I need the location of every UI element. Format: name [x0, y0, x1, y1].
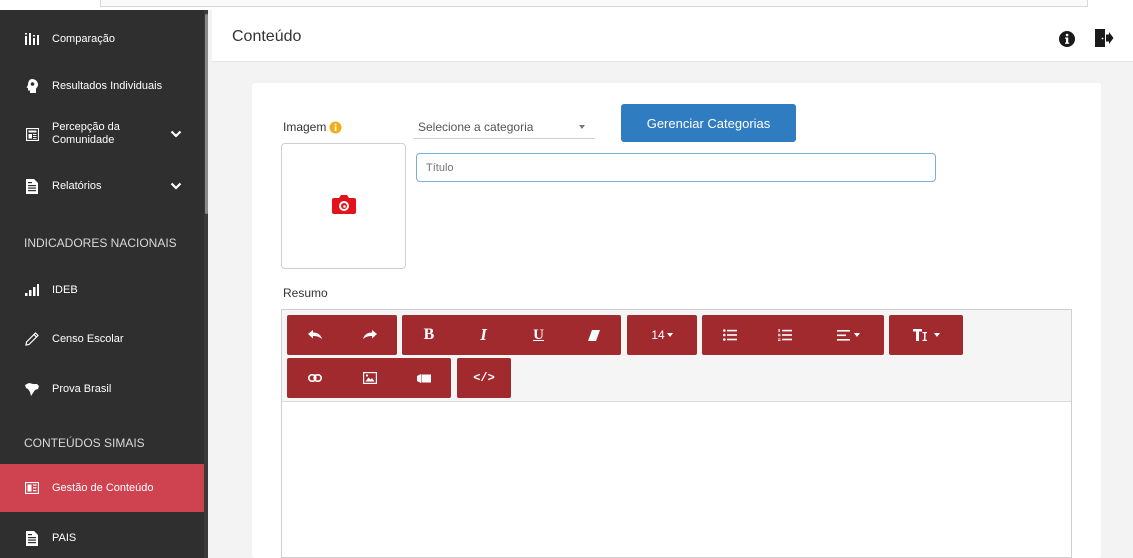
- code-group: </>: [457, 358, 511, 398]
- text-height-icon: [912, 329, 931, 341]
- editor-content-area[interactable]: [282, 402, 1071, 557]
- code-view-button[interactable]: </>: [457, 358, 511, 398]
- sidebar-item-label: Relatórios: [52, 179, 102, 192]
- paragraph-group: [702, 315, 884, 355]
- bullet-list-button[interactable]: [702, 315, 757, 355]
- category-select[interactable]: Selecione a categoria: [414, 115, 595, 139]
- document-icon: [24, 530, 40, 546]
- redo-icon: [362, 330, 377, 340]
- document-icon: [24, 178, 40, 194]
- video-icon: [417, 373, 431, 383]
- italic-button[interactable]: I: [456, 315, 511, 355]
- rich-text-editor: B I U 14 </>: [281, 309, 1072, 558]
- pencil-icon: [24, 331, 40, 347]
- sidebar-item-label: Censo Escolar: [52, 332, 124, 345]
- sidebar-item-label: Prova Brasil: [52, 382, 112, 395]
- signal-bars-icon: [24, 282, 40, 298]
- sidebar-item-comparacao[interactable]: Comparação: [0, 16, 204, 62]
- undo-icon: [307, 330, 322, 340]
- bullet-list-icon: [722, 329, 737, 341]
- image-upload-box[interactable]: [281, 143, 406, 269]
- chevron-down-icon: [170, 180, 182, 192]
- font-size-dropdown[interactable]: 14: [627, 315, 697, 355]
- link-button[interactable]: [287, 358, 342, 398]
- caret-down-icon: [579, 125, 585, 129]
- caret-down-icon: [666, 333, 673, 337]
- sidebar-item-pais[interactable]: PAIS: [0, 515, 204, 558]
- redo-button[interactable]: [342, 315, 397, 355]
- bold-button[interactable]: B: [402, 315, 456, 355]
- picture-icon: [362, 372, 377, 384]
- chevron-down-icon: [170, 128, 182, 140]
- align-icon: [836, 329, 850, 341]
- editor-toolbar: B I U 14 </>: [282, 310, 1071, 402]
- link-icon: [307, 374, 322, 382]
- sidebar-item-relatorios[interactable]: Relatórios: [0, 163, 204, 209]
- code-icon: </>: [473, 371, 495, 385]
- logout-icon[interactable]: [1094, 29, 1114, 47]
- sidebar-item-censo-escolar[interactable]: Censo Escolar: [0, 316, 204, 362]
- sidebar-item-percepcao-comunidade[interactable]: Percepção da Comunidade: [0, 111, 204, 157]
- eraser-icon: [587, 329, 600, 341]
- newspaper-icon: [24, 126, 40, 142]
- newspaper-icon: [24, 480, 40, 496]
- sidebar-item-prova-brasil[interactable]: Prova Brasil: [0, 366, 204, 412]
- map-icon: [24, 381, 40, 397]
- history-group: [287, 315, 397, 355]
- info-icon[interactable]: [1058, 30, 1076, 48]
- sidebar-item-label: IDEB: [52, 283, 78, 296]
- section-indicadores-nacionais: INDICADORES NACIONAIS: [24, 236, 177, 250]
- sidebar-item-resultados-individuais[interactable]: Resultados Individuais: [0, 63, 204, 109]
- sidebar-item-label: Percepção da Comunidade: [52, 121, 120, 146]
- caret-down-icon: [933, 333, 940, 337]
- manage-categories-button[interactable]: Gerenciar Categorias: [621, 104, 796, 142]
- numbered-list-icon: [777, 329, 792, 341]
- sidebar-item-label: PAIS: [52, 531, 77, 544]
- image-button[interactable]: [342, 358, 397, 398]
- image-label: Imagem: [283, 120, 342, 134]
- sidebar-scrollbar-thumb[interactable]: [205, 14, 208, 214]
- sidebar-item-label: Gestão de Conteúdo: [52, 481, 154, 494]
- head-icon: [24, 78, 40, 94]
- title-input[interactable]: [416, 153, 936, 182]
- text-height-dropdown[interactable]: [889, 315, 963, 355]
- font-size-group: 14: [627, 315, 697, 355]
- sidebar-item-gestao-conteudo[interactable]: Gestão de Conteúdo: [0, 464, 204, 512]
- bar-chart-icon: [24, 31, 40, 47]
- clear-format-button[interactable]: [566, 315, 621, 355]
- sidebar-item-label: Comparação: [52, 32, 115, 45]
- align-dropdown[interactable]: [812, 315, 884, 355]
- video-button[interactable]: [397, 358, 451, 398]
- summary-label: Resumo: [283, 286, 328, 300]
- page-title: Conteúdo: [232, 28, 302, 45]
- page-header: Conteúdo: [212, 10, 1133, 62]
- section-conteudos-simais: CONTEÚDOS SIMAIS: [24, 436, 145, 450]
- info-icon[interactable]: [329, 121, 342, 134]
- camera-icon: [331, 194, 356, 219]
- underline-button[interactable]: U: [511, 315, 566, 355]
- numbered-list-button[interactable]: [757, 315, 812, 355]
- sidebar-item-label: Resultados Individuais: [52, 79, 163, 92]
- address-bar: [100, 0, 1088, 7]
- insert-group: [287, 358, 451, 398]
- text-style-group: [889, 315, 963, 355]
- caret-down-icon: [853, 333, 860, 337]
- browser-top-strip: [0, 0, 1133, 10]
- sidebar-item-ideb[interactable]: IDEB: [0, 267, 204, 313]
- format-group: B I U: [402, 315, 621, 355]
- undo-button[interactable]: [287, 315, 342, 355]
